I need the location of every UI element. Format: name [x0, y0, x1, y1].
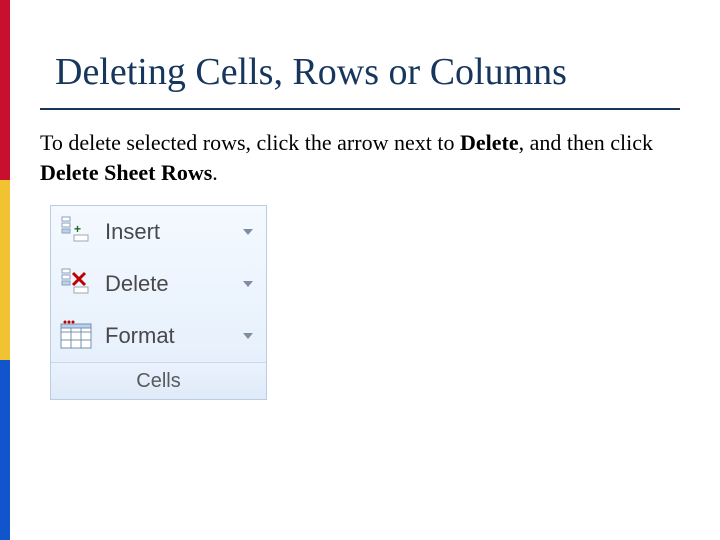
insert-cells-icon: + — [57, 212, 97, 252]
insert-button[interactable]: + Insert — [51, 206, 266, 258]
format-dropdown-arrow[interactable] — [236, 333, 260, 339]
accent-yellow — [0, 180, 10, 360]
svg-text:+: + — [74, 222, 81, 236]
format-cells-icon — [57, 316, 97, 356]
cells-group-label-text: Cells — [136, 370, 180, 393]
insert-label: Insert — [97, 219, 236, 245]
insert-dropdown-arrow[interactable] — [236, 229, 260, 235]
body-bold-delete-sheet-rows: Delete Sheet Rows — [40, 160, 212, 185]
format-label: Format — [97, 323, 236, 349]
delete-button[interactable]: Delete — [51, 258, 266, 310]
chevron-down-icon — [243, 333, 253, 339]
cells-group-panel: + Insert Delete — [50, 205, 267, 400]
delete-dropdown-arrow[interactable] — [236, 281, 260, 287]
cells-group-label: Cells — [51, 362, 266, 399]
body-paragraph: To delete selected rows, click the arrow… — [40, 128, 680, 187]
chevron-down-icon — [243, 229, 253, 235]
body-post: . — [212, 160, 218, 185]
slide: Deleting Cells, Rows or Columns To delet… — [0, 0, 720, 540]
chevron-down-icon — [243, 281, 253, 287]
body-mid: , and then click — [519, 130, 653, 155]
accent-blue — [0, 360, 10, 540]
body-bold-delete: Delete — [460, 130, 519, 155]
format-button[interactable]: Format — [51, 310, 266, 362]
title-underline — [40, 108, 680, 110]
slide-title: Deleting Cells, Rows or Columns — [55, 50, 567, 94]
body-pre: To delete selected rows, click the arrow… — [40, 130, 460, 155]
accent-red — [0, 0, 10, 180]
delete-cells-icon — [57, 264, 97, 304]
delete-label: Delete — [97, 271, 236, 297]
accent-colorbar — [0, 0, 10, 540]
